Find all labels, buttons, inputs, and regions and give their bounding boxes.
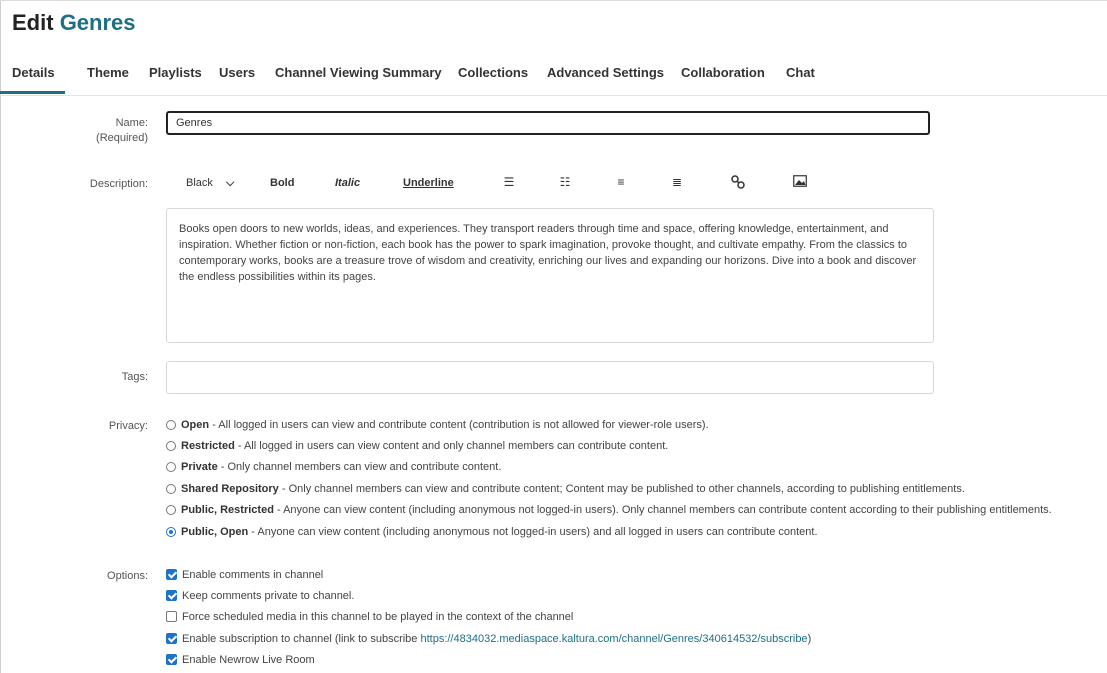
italic-button[interactable]: Italic (335, 177, 360, 189)
privacy-option-desc: - Anyone can view content (including ano… (273, 504, 1052, 516)
checkbox[interactable] (166, 633, 177, 644)
option-label: Enable subscription to channel (link to … (182, 633, 421, 645)
chevron-down-icon: ⌵ (225, 177, 235, 189)
tab-details[interactable]: Details (0, 65, 65, 94)
option-enable-newrow-live-room[interactable]: Enable Newrow Live Room (166, 654, 315, 666)
option-enable-comments[interactable]: Enable comments in channel (166, 569, 323, 581)
tab-theme[interactable]: Theme (87, 65, 129, 80)
checkbox[interactable] (166, 590, 177, 601)
text-color-select[interactable]: Black ⌵ (186, 177, 234, 190)
name-input[interactable]: Genres (166, 111, 930, 135)
tab-channel-viewing-summary[interactable]: Channel Viewing Summary (275, 65, 442, 80)
privacy-option-title: Shared Repository (181, 483, 279, 495)
radio-button[interactable] (166, 505, 176, 515)
tab-advanced-settings[interactable]: Advanced Settings (547, 65, 664, 80)
radio-button[interactable] (166, 420, 176, 430)
privacy-option-desc: - Only channel members can view and cont… (217, 461, 502, 473)
privacy-option-open[interactable]: Open - All logged in users can view and … (166, 419, 709, 431)
tags-input[interactable] (166, 361, 934, 394)
privacy-option-public-open[interactable]: Public, Open - Anyone can view content (… (166, 526, 818, 538)
option-label-suffix: ) (807, 633, 812, 645)
tab-collections[interactable]: Collections (458, 65, 528, 80)
tags-label: Tags: (121, 371, 148, 383)
privacy-option-title: Public, Restricted (181, 504, 274, 516)
privacy-option-desc: - All logged in users can view content a… (234, 440, 669, 452)
option-label: Keep comments private to channel. (182, 590, 355, 602)
tab-users[interactable]: Users (219, 65, 255, 80)
privacy-option-title: Restricted (181, 440, 235, 452)
checkbox[interactable] (166, 654, 177, 665)
radio-button[interactable] (166, 462, 176, 472)
option-keep-comments-private[interactable]: Keep comments private to channel. (166, 590, 354, 602)
outdent-icon[interactable]: ≡ (613, 175, 629, 189)
image-icon[interactable] (792, 175, 808, 189)
option-force-scheduled-media[interactable]: Force scheduled media in this channel to… (166, 611, 573, 623)
bold-button[interactable]: Bold (270, 177, 294, 189)
frame-border-top (0, 0, 1107, 1)
option-enable-subscription[interactable]: Enable subscription to channel (link to … (166, 633, 811, 645)
option-label: Enable comments in channel (182, 569, 324, 581)
privacy-option-title: Public, Open (181, 526, 249, 538)
page-title-channel-name: Genres (59, 10, 136, 35)
checkbox[interactable] (166, 569, 177, 580)
name-label: Name: (Required) (0, 116, 148, 146)
radio-button[interactable] (166, 527, 176, 537)
privacy-option-shared-repository[interactable]: Shared Repository - Only channel members… (166, 483, 965, 495)
privacy-option-private[interactable]: Private - Only channel members can view … (166, 461, 501, 473)
subscribe-link[interactable]: https://4834032.mediaspace.kaltura.com/c… (420, 633, 807, 645)
unordered-list-icon[interactable]: ☷ (557, 175, 573, 189)
page-title: Edit Genres (12, 9, 136, 37)
name-required-text: (Required) (96, 132, 148, 144)
privacy-option-desc: - All logged in users can view and contr… (209, 419, 709, 431)
privacy-option-title: Private (181, 461, 218, 473)
tab-chat[interactable]: Chat (786, 65, 815, 80)
privacy-option-restricted[interactable]: Restricted - All logged in users can vie… (166, 440, 668, 452)
page-title-prefix: Edit (12, 10, 54, 35)
radio-button[interactable] (166, 484, 176, 494)
privacy-option-desc: - Only channel members can view and cont… (278, 483, 965, 495)
tab-playlists[interactable]: Playlists (149, 65, 202, 80)
privacy-option-public-restricted[interactable]: Public, Restricted - Anyone can view con… (166, 504, 1052, 516)
underline-button[interactable]: Underline (403, 177, 454, 189)
option-label: Force scheduled media in this channel to… (182, 611, 574, 623)
privacy-label: Privacy: (108, 420, 148, 432)
ordered-list-icon[interactable]: ☰ (501, 175, 517, 189)
description-label: Description: (89, 178, 148, 190)
options-label: Options: (107, 570, 148, 582)
checkbox[interactable] (166, 611, 177, 622)
link-icon[interactable] (730, 175, 746, 189)
radio-button[interactable] (166, 441, 176, 451)
indent-icon[interactable]: ≣ (669, 175, 685, 189)
text-color-value: Black (186, 177, 213, 189)
privacy-option-desc: - Anyone can view content (including ano… (248, 526, 818, 538)
option-label: Enable Newrow Live Room (182, 654, 315, 666)
tab-bar: Details Theme Playlists Users Channel Vi… (0, 59, 1107, 96)
name-label-text: Name: (115, 117, 148, 129)
description-textarea[interactable]: Books open doors to new worlds, ideas, a… (166, 208, 934, 343)
tab-collaboration[interactable]: Collaboration (681, 65, 765, 80)
privacy-option-title: Open (181, 419, 210, 431)
